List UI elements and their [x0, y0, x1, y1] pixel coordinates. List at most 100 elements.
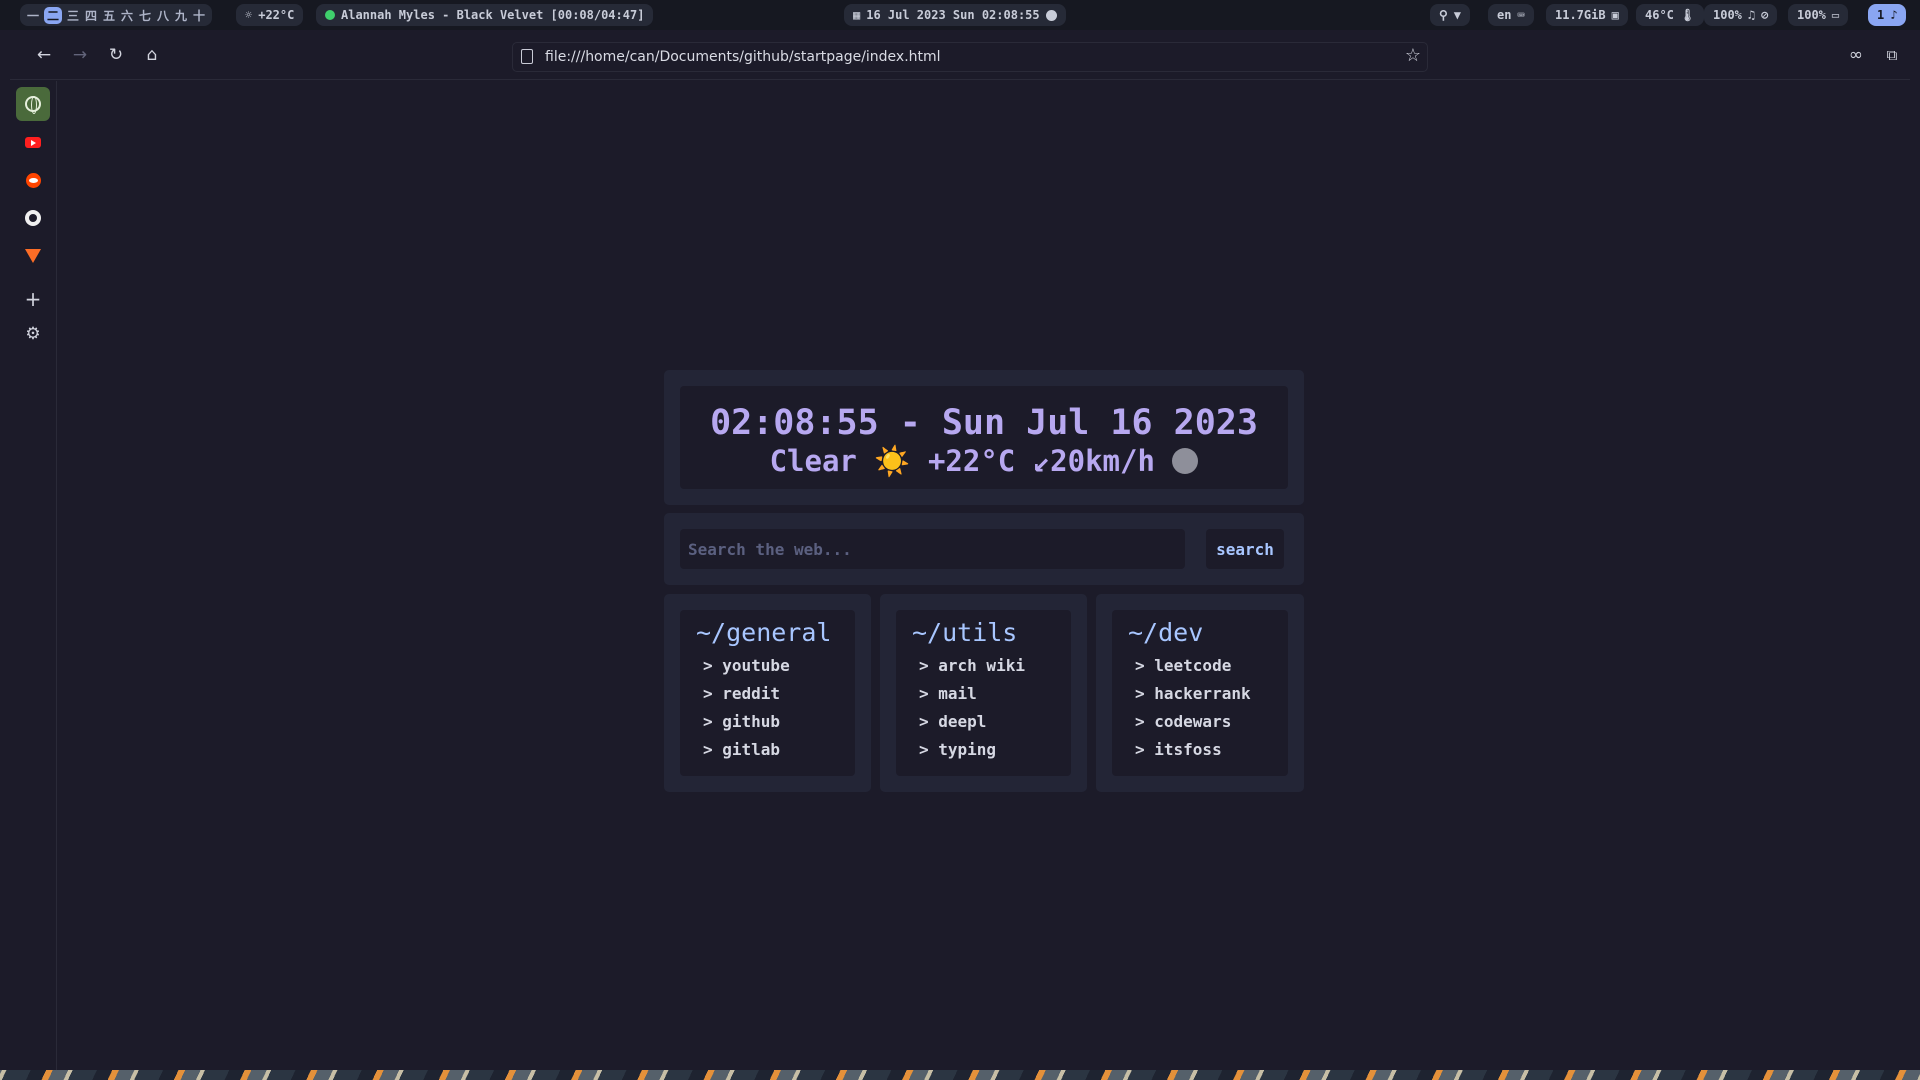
ublock-icon[interactable]: uO: [1916, 43, 1920, 67]
memory-text: 11.7GiB: [1555, 8, 1606, 22]
clock-panel: 02:08:55 - Sun Jul 16 2023 Clear ☀️ +22°…: [680, 386, 1288, 489]
weather-line: Clear ☀️ +22°C ↙20km/h: [680, 444, 1288, 479]
add-panel-button[interactable]: +: [16, 282, 50, 316]
language-text: en: [1497, 8, 1512, 22]
status-bar: 一 二 三 四 五 六 七 八 九 十 ☼ +22°C Alannah Myle…: [0, 0, 1920, 30]
column-title: ~/general: [696, 618, 832, 647]
battery-icon: ▭: [1831, 8, 1840, 22]
clock-text: 02:08:55 - Sun Jul 16 2023: [710, 403, 1258, 443]
headphones-icon: ♫: [1747, 8, 1756, 22]
notification-count: 1: [1877, 8, 1885, 22]
volume-module[interactable]: 100% ♫ ⊘: [1704, 4, 1778, 26]
workspace-4[interactable]: 四: [84, 7, 98, 24]
link-mail[interactable]: > mail: [919, 684, 977, 703]
link-codewars[interactable]: > codewars: [1135, 712, 1231, 731]
sidebar-item-gitlab[interactable]: [16, 239, 50, 273]
private-browsing-icon[interactable]: ∞: [1844, 43, 1868, 67]
network-module[interactable]: ⚲ ▼: [1430, 4, 1471, 26]
links-card-utils: ~/utils > arch wiki > mail > deepl > typ…: [880, 594, 1087, 792]
reddit-icon: [25, 172, 41, 188]
link-itsfoss[interactable]: > itsfoss: [1135, 740, 1222, 759]
link-arch-wiki[interactable]: > arch wiki: [919, 656, 1025, 675]
youtube-icon: [25, 136, 41, 148]
mic-muted-icon: ⊘: [1761, 8, 1769, 22]
thermometer-icon: 🌡: [1679, 8, 1696, 22]
media-module[interactable]: Alannah Myles - Black Velvet [00:08/04:4…: [316, 4, 654, 26]
github-icon: [25, 210, 41, 226]
link-deepl[interactable]: > deepl: [919, 712, 986, 731]
volume-text: 100%: [1713, 8, 1742, 22]
weather-temp: +22°C: [258, 8, 295, 22]
weather-condition: Clear: [769, 444, 857, 478]
startpage: 02:08:55 - Sun Jul 16 2023 Clear ☀️ +22°…: [58, 81, 1910, 1070]
sidebar-settings-button[interactable]: ⚙: [16, 317, 50, 351]
workspace-1[interactable]: 一: [26, 7, 40, 24]
sidebar-item-web-panel[interactable]: [16, 87, 50, 121]
workspace-2[interactable]: 二: [44, 6, 63, 24]
plus-icon: +: [24, 287, 42, 311]
link-gitlab[interactable]: > gitlab: [703, 740, 780, 759]
address-bar[interactable]: file:///home/can/Documents/github/startp…: [512, 42, 1428, 72]
link-hackerrank[interactable]: > hackerrank: [1135, 684, 1251, 703]
links-card-dev: ~/dev > leetcode > hackerrank > codewars…: [1096, 594, 1304, 792]
link-typing[interactable]: > typing: [919, 740, 996, 759]
search-card: search: [664, 513, 1304, 585]
temperature-text: 46°C: [1645, 8, 1674, 22]
memory-module[interactable]: 11.7GiB ▣: [1546, 4, 1628, 26]
workspace-7[interactable]: 七: [138, 7, 152, 24]
calendar-icon: ▦: [853, 8, 861, 22]
sidebar-item-youtube[interactable]: [16, 125, 50, 159]
workspace-5[interactable]: 五: [102, 7, 116, 24]
link-reddit[interactable]: > reddit: [703, 684, 780, 703]
workspace-switcher: 一 二 三 四 五 六 七 八 九 十: [20, 4, 213, 26]
workspace-10[interactable]: 十: [192, 7, 206, 24]
back-icon[interactable]: ←: [32, 43, 56, 67]
home-icon[interactable]: ⌂: [140, 43, 164, 67]
bell-icon: ♪: [1890, 8, 1898, 22]
location-icon: ⚲: [1439, 8, 1448, 22]
clock-icon: [1045, 9, 1057, 21]
file-icon: [521, 49, 533, 64]
memory-icon: ▣: [1611, 8, 1619, 22]
workspace-9[interactable]: 九: [174, 7, 188, 24]
notification-module[interactable]: 1 ♪: [1868, 4, 1907, 26]
workspace-6[interactable]: 六: [120, 7, 134, 24]
workspace-3[interactable]: 三: [66, 7, 80, 24]
clock-module[interactable]: ▦ 16 Jul 2023 Sun 02:08:55: [844, 4, 1066, 26]
globe-icon: [25, 96, 41, 114]
reload-icon[interactable]: ↻: [104, 43, 128, 67]
workspace-8[interactable]: 八: [156, 7, 170, 24]
link-github[interactable]: > github: [703, 712, 780, 731]
temperature-module[interactable]: 46°C 🌡: [1636, 4, 1705, 26]
clock-card: 02:08:55 - Sun Jul 16 2023 Clear ☀️ +22°…: [664, 370, 1304, 505]
extensions-icon[interactable]: ⧉: [1880, 43, 1904, 67]
moon-icon: [1172, 448, 1199, 474]
sidebar-item-reddit[interactable]: [16, 163, 50, 197]
gear-icon: ⚙: [25, 324, 41, 344]
links-panel-general: ~/general > youtube > reddit > github > …: [680, 610, 855, 776]
keyboard-icon: ⌨: [1517, 8, 1525, 22]
language-module[interactable]: en ⌨: [1488, 4, 1534, 26]
browser-sidebar: + ⚙: [10, 81, 57, 1070]
weather-module[interactable]: ☼ +22°C: [236, 4, 304, 26]
column-title: ~/utils: [912, 618, 1018, 647]
links-panel-dev: ~/dev > leetcode > hackerrank > codewars…: [1112, 610, 1288, 776]
url-text[interactable]: file:///home/can/Documents/github/startp…: [545, 49, 941, 65]
battery-module[interactable]: 100% ▭: [1788, 4, 1849, 26]
forward-icon[interactable]: →: [68, 43, 92, 67]
sun-icon: ☼: [245, 8, 253, 22]
wifi-icon: ▼: [1453, 8, 1462, 22]
browser-toolbar: ← → ↻ ⌂ file:///home/can/Documents/githu…: [10, 30, 1910, 80]
sun-icon: ☀️: [874, 444, 911, 478]
link-youtube[interactable]: > youtube: [703, 656, 790, 675]
sidebar-item-github[interactable]: [16, 201, 50, 235]
battery-text: 100%: [1797, 8, 1826, 22]
spotify-icon: [325, 10, 335, 20]
search-input[interactable]: [680, 529, 1185, 569]
weather-wind: ↙20km/h: [1032, 444, 1155, 478]
link-leetcode[interactable]: > leetcode: [1135, 656, 1231, 675]
media-title: Alannah Myles - Black Velvet [00:08/04:4…: [341, 8, 645, 22]
weather-temperature: +22°C: [927, 444, 1016, 478]
search-button[interactable]: search: [1206, 529, 1284, 569]
bookmark-star-icon[interactable]: ☆: [1405, 45, 1421, 66]
